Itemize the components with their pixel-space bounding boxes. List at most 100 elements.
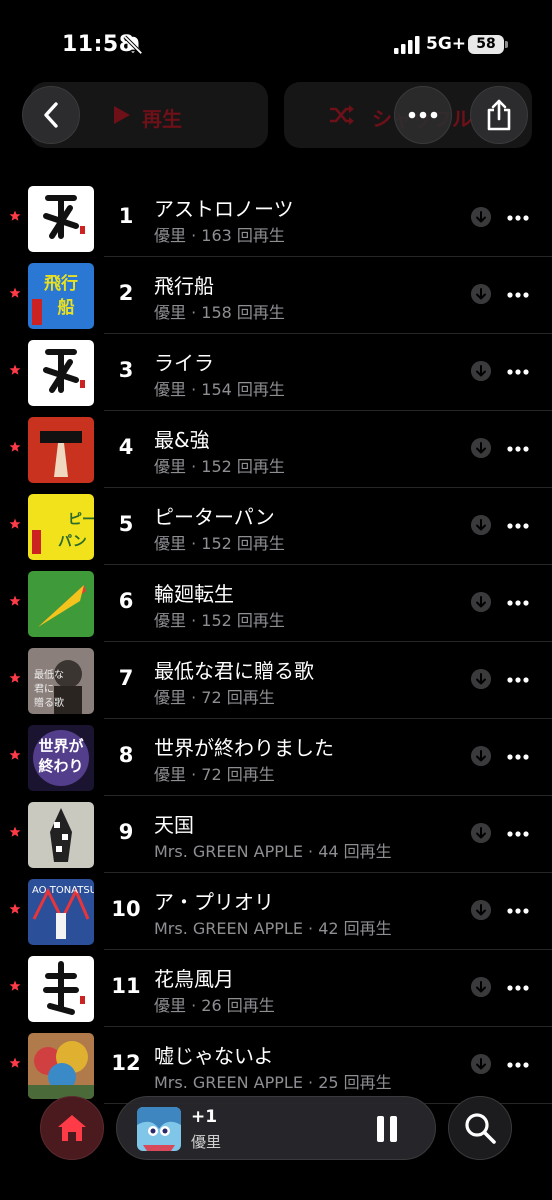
now-playing-artwork: [137, 1107, 181, 1151]
song-subtitle: Mrs. GREEN APPLE · 44 回再生: [154, 838, 392, 862]
row-more-icon[interactable]: [507, 677, 529, 683]
more-icon: [408, 111, 438, 119]
shuffle-icon: [330, 105, 354, 125]
song-play-count: 163 回再生: [201, 226, 285, 245]
song-row[interactable]: AO TONATSU 10 ア・プリオリ Mrs. GREEN APPLE · 42 …: [0, 873, 552, 950]
more-options-button[interactable]: [394, 86, 452, 144]
song-play-count: 42 回再生: [318, 919, 392, 938]
row-more-icon[interactable]: [507, 1062, 529, 1068]
song-row[interactable]: 3 ライラ 優里 · 154 回再生: [0, 334, 552, 411]
song-artwork: [28, 186, 94, 252]
song-artwork: 飛行船: [28, 263, 94, 329]
svg-text:贈る歌: 贈る歌: [34, 696, 64, 709]
song-row[interactable]: 飛行船 2 飛行船 優里 · 158 回再生: [0, 257, 552, 334]
song-rank: 5: [118, 512, 134, 536]
share-icon: [487, 99, 511, 131]
separator-dot: ·: [186, 226, 202, 245]
row-more-icon[interactable]: [507, 985, 529, 991]
song-title: アストロノーツ: [154, 197, 294, 221]
song-play-count: 72 回再生: [201, 765, 275, 784]
download-icon[interactable]: [471, 746, 491, 766]
song-play-count: 25 回再生: [318, 1073, 392, 1092]
share-button[interactable]: [470, 86, 528, 144]
song-title: 花鳥風月: [154, 967, 234, 991]
favorite-star-icon: [9, 287, 21, 298]
battery-tip: [505, 41, 508, 48]
song-title: 世界が終わりました: [154, 736, 334, 760]
download-icon[interactable]: [471, 592, 491, 612]
row-more-icon[interactable]: [507, 292, 529, 298]
song-artwork: 世界が 終わり: [28, 725, 94, 791]
separator-dot: ·: [302, 1073, 319, 1092]
row-more-icon[interactable]: [507, 754, 529, 760]
song-row[interactable]: 11 花鳥風月 優里 · 26 回再生: [0, 950, 552, 1027]
song-row[interactable]: 4 最&強 優里 · 152 回再生: [0, 411, 552, 488]
separator-dot: ·: [186, 996, 202, 1015]
home-icon: [58, 1115, 86, 1141]
download-icon[interactable]: [471, 515, 491, 535]
song-artist: 優里: [154, 534, 187, 553]
song-artist: 優里: [154, 380, 187, 399]
song-row[interactable]: 6 輪廻転生 優里 · 152 回再生: [0, 565, 552, 642]
song-rank: 1: [118, 204, 134, 228]
song-artist: 優里: [154, 303, 187, 322]
mini-player[interactable]: +1 優里: [116, 1096, 436, 1160]
svg-text:飛行: 飛行: [43, 273, 78, 294]
network-type: 5G+: [426, 34, 467, 54]
download-icon[interactable]: [471, 361, 491, 381]
separator-dot: ·: [302, 842, 319, 861]
favorite-star-icon: [9, 826, 21, 837]
song-subtitle: 優里 · 72 回再生: [154, 761, 275, 785]
song-artist: 優里: [154, 457, 187, 476]
favorite-star-icon: [9, 903, 21, 914]
separator-dot: ·: [186, 611, 202, 630]
download-icon[interactable]: [471, 669, 491, 689]
download-icon[interactable]: [471, 823, 491, 843]
song-title: 最&強: [154, 428, 210, 452]
bell-slash-icon: [123, 35, 143, 55]
song-artist: 優里: [154, 226, 187, 245]
song-subtitle: Mrs. GREEN APPLE · 25 回再生: [154, 1069, 392, 1093]
svg-text:終わり: 終わり: [38, 757, 83, 775]
row-more-icon[interactable]: [507, 523, 529, 529]
song-artist: 優里: [154, 765, 187, 784]
download-icon[interactable]: [471, 1054, 491, 1074]
song-row[interactable]: 世界が 終わり 8 世界が終わりました 優里 · 72 回再生: [0, 719, 552, 796]
search-tab-button[interactable]: [448, 1096, 512, 1160]
row-more-icon[interactable]: [507, 215, 529, 221]
svg-text:君に: 君に: [34, 683, 54, 695]
favorite-star-icon: [9, 518, 21, 529]
download-icon[interactable]: [471, 977, 491, 997]
battery-icon: 58: [468, 35, 504, 54]
row-more-icon[interactable]: [507, 831, 529, 837]
search-icon: [465, 1113, 496, 1144]
favorite-star-icon: [9, 1057, 21, 1068]
song-row[interactable]: 1 アストロノーツ優里 · 163 回再生: [0, 180, 552, 257]
download-icon[interactable]: [471, 207, 491, 227]
separator-dot: ·: [186, 765, 202, 784]
song-subtitle: 優里 · 158 回再生: [154, 299, 285, 323]
song-row[interactable]: 9 天国 Mrs. GREEN APPLE · 44 回再生: [0, 796, 552, 873]
song-title: ピーターパン: [154, 505, 275, 529]
song-row[interactable]: 最低な 君に 贈る歌 7 最低な君に贈る歌 優里 · 72 回再生: [0, 642, 552, 719]
song-artist: Mrs. GREEN APPLE: [154, 842, 303, 861]
download-icon[interactable]: [471, 438, 491, 458]
song-row[interactable]: 12 嘘じゃないよ Mrs. GREEN APPLE · 25 回再生: [0, 1027, 552, 1104]
song-subtitle: 優里 · 152 回再生: [154, 453, 285, 477]
row-more-icon[interactable]: [507, 446, 529, 452]
row-more-icon[interactable]: [507, 369, 529, 375]
separator-dot: ·: [186, 380, 202, 399]
back-button[interactable]: [22, 86, 80, 144]
download-icon[interactable]: [471, 284, 491, 304]
home-tab-button[interactable]: [40, 1096, 104, 1160]
song-artwork: [28, 1033, 94, 1099]
pause-icon[interactable]: [375, 1115, 399, 1143]
download-icon[interactable]: [471, 900, 491, 920]
row-more-icon[interactable]: [507, 600, 529, 606]
row-more-icon[interactable]: [507, 908, 529, 914]
song-subtitle: 優里 · 152 回再生: [154, 530, 285, 554]
svg-text:パン: パン: [58, 534, 87, 550]
song-row[interactable]: ピー パン 5 ピーターパン 優里 · 152 回再生: [0, 488, 552, 565]
song-play-count: 26 回再生: [201, 996, 275, 1015]
song-artist: Mrs. GREEN APPLE: [154, 919, 303, 938]
